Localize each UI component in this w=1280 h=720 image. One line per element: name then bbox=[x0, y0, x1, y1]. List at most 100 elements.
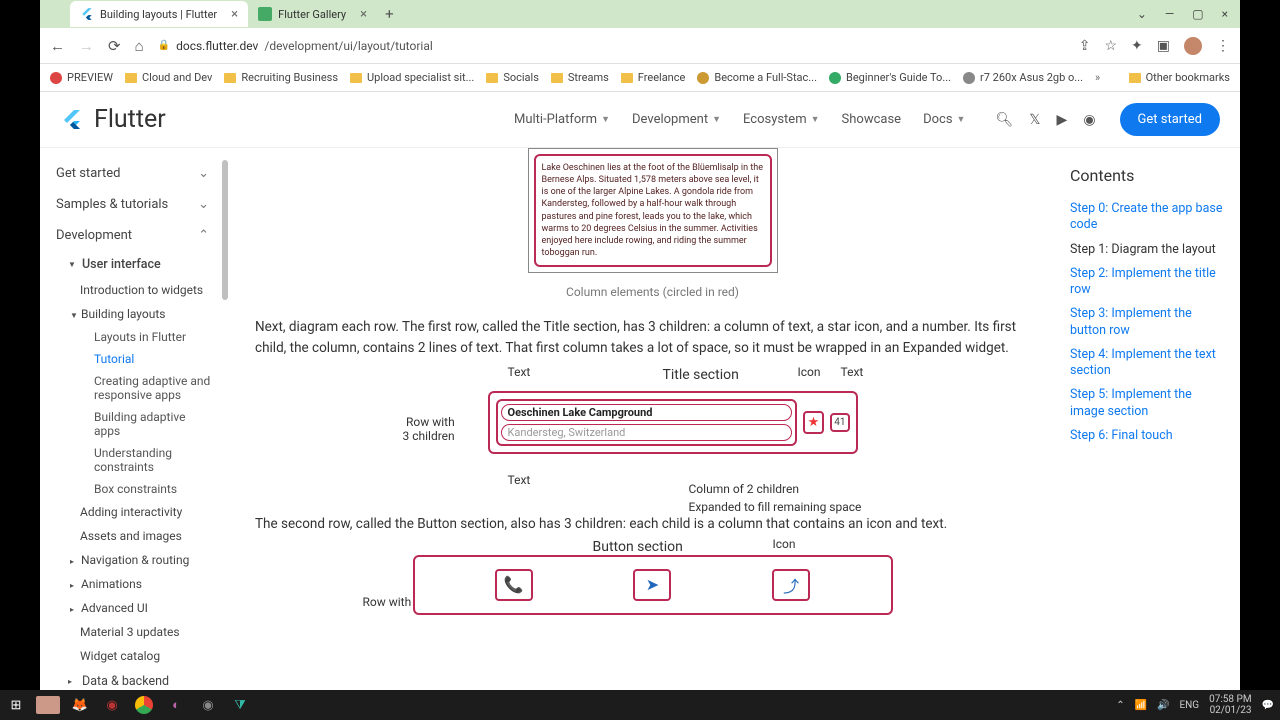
sidebar-item[interactable]: Assets and images bbox=[40, 524, 225, 548]
chrome-icon[interactable] bbox=[128, 690, 160, 720]
bookmark-item[interactable]: Recruiting Business bbox=[224, 71, 338, 84]
sidebar-item[interactable]: Widget catalog bbox=[40, 644, 225, 668]
wifi-icon[interactable]: 📶 bbox=[1135, 700, 1147, 711]
flutter-logo[interactable]: Flutter bbox=[60, 105, 166, 134]
back-icon[interactable]: ← bbox=[50, 37, 65, 55]
search-icon[interactable]: 🔍︎ bbox=[995, 112, 1013, 128]
sidebar-item[interactable]: Box constraints bbox=[40, 478, 225, 500]
sidebar-item-development[interactable]: Development⌃ bbox=[40, 220, 225, 251]
app-icon[interactable]: ◉ bbox=[96, 690, 128, 720]
volume-icon[interactable]: 🔊 bbox=[1157, 700, 1169, 711]
folder-icon bbox=[125, 73, 137, 83]
sidebar[interactable]: Get started⌄ Samples & tutorials⌄ Develo… bbox=[40, 148, 225, 690]
reload-icon[interactable]: ⟳ bbox=[108, 37, 121, 55]
nav-development[interactable]: Development▼ bbox=[632, 112, 721, 127]
forward-icon: → bbox=[79, 37, 94, 55]
get-started-button[interactable]: Get started bbox=[1120, 103, 1220, 136]
notifications-icon[interactable]: 💬 bbox=[1262, 700, 1274, 711]
start-icon[interactable]: ⊞ bbox=[0, 690, 32, 720]
browser-tab[interactable]: Building layouts | Flutter × bbox=[70, 1, 248, 27]
close-icon[interactable]: × bbox=[231, 7, 238, 22]
toc-item[interactable]: Step 2: Implement the title row bbox=[1070, 262, 1228, 303]
github-icon[interactable]: ◉ bbox=[1083, 112, 1095, 128]
sidebar-item[interactable]: Material 3 updates bbox=[40, 620, 225, 644]
sidebar-item[interactable]: Layouts in Flutter bbox=[40, 326, 225, 348]
sidebar-item[interactable]: ▸ Navigation & routing bbox=[40, 548, 225, 572]
side-panel-icon[interactable]: ▣ bbox=[1157, 38, 1170, 54]
toc-item[interactable]: Step 4: Implement the text section bbox=[1070, 343, 1228, 384]
diagram-title-section: Text Title section Icon Text Row with 3 … bbox=[373, 377, 933, 454]
nav-showcase[interactable]: Showcase bbox=[842, 112, 902, 127]
sidebar-item[interactable]: ▸ Animations bbox=[40, 572, 225, 596]
minimize-icon[interactable]: — bbox=[1165, 7, 1174, 21]
sidebar-item[interactable]: Creating adaptive and responsive apps bbox=[40, 370, 225, 406]
bookmark-item[interactable]: PREVIEW bbox=[50, 71, 113, 84]
bookmark-item[interactable]: r7 260x Asus 2gb o... bbox=[963, 71, 1083, 84]
sidebar-item-tutorial[interactable]: Tutorial bbox=[40, 348, 225, 370]
bookmark-item[interactable]: Streams bbox=[551, 71, 609, 84]
taskbar-left: ⊞ 🦊 ◉ ◐ ◉ ⧩ bbox=[0, 690, 256, 720]
menu-icon[interactable]: ⋮ bbox=[1216, 38, 1230, 54]
app-icon[interactable]: ◐ bbox=[160, 690, 192, 720]
bookmark-item[interactable]: Cloud and Dev bbox=[125, 71, 212, 84]
new-tab-button[interactable]: + bbox=[385, 5, 394, 23]
sidebar-item-get-started[interactable]: Get started⌄ bbox=[40, 158, 225, 189]
sidebar-item-building-layouts[interactable]: ▼ Building layouts bbox=[40, 302, 225, 326]
language-indicator[interactable]: ENG bbox=[1179, 700, 1199, 711]
chevron-down-icon: ▼ bbox=[601, 114, 610, 125]
tab-title: Building layouts | Flutter bbox=[100, 8, 217, 21]
nav-multi-platform[interactable]: Multi-Platform▼ bbox=[514, 112, 610, 127]
url-field[interactable]: 🔒 docs.flutter.dev/development/ui/layout… bbox=[158, 39, 1065, 53]
nav-ecosystem[interactable]: Ecosystem▼ bbox=[743, 112, 820, 127]
firefox-icon[interactable]: 🦊 bbox=[64, 690, 96, 720]
sidebar-item[interactable]: Building adaptive apps bbox=[40, 406, 225, 442]
youtube-icon[interactable]: ▶ bbox=[1057, 112, 1068, 128]
sidebar-item[interactable]: Introduction to widgets bbox=[40, 278, 225, 302]
toc-item[interactable]: Step 5: Implement the image section bbox=[1070, 383, 1228, 424]
toc-item[interactable]: Step 0: Create the app base code bbox=[1070, 197, 1228, 238]
vscode-icon[interactable]: ⧩ bbox=[224, 690, 256, 720]
folder-icon bbox=[1129, 73, 1141, 83]
toc-item[interactable]: Step 1: Diagram the layout bbox=[1070, 238, 1228, 262]
sidebar-item-data-backend[interactable]: ▸Data & backend bbox=[40, 668, 225, 690]
nav-docs[interactable]: Docs▼ bbox=[923, 112, 965, 127]
tray-chevron-icon[interactable]: ⌃ bbox=[1116, 700, 1124, 711]
bookmark-item[interactable]: Socials bbox=[486, 71, 539, 84]
sidebar-item-user-interface[interactable]: ▼User interface bbox=[40, 251, 225, 278]
url-host: docs.flutter.dev bbox=[176, 39, 258, 53]
obs-icon[interactable]: ◉ bbox=[192, 690, 224, 720]
sidebar-item[interactable]: Understanding constraints bbox=[40, 442, 225, 478]
puzzle-icon[interactable]: ✦ bbox=[1131, 38, 1143, 54]
bookmark-item[interactable]: Upload specialist sit... bbox=[350, 71, 474, 84]
bookmark-item[interactable]: Freelance bbox=[621, 71, 686, 84]
diagram-label: Row with bbox=[363, 595, 412, 609]
paragraph: The second row, called the Button sectio… bbox=[255, 514, 1050, 535]
explorer-icon[interactable] bbox=[36, 696, 60, 714]
bookmark-item[interactable]: Beginner's Guide To... bbox=[829, 71, 951, 84]
star-icon[interactable]: ☆ bbox=[1104, 38, 1117, 54]
bookmarks-overflow[interactable]: » bbox=[1095, 71, 1100, 84]
twitter-icon[interactable]: 𝕏 bbox=[1029, 112, 1040, 128]
clock[interactable]: 07:58 PM 02/01/23 bbox=[1209, 694, 1251, 717]
close-icon[interactable]: × bbox=[360, 7, 367, 22]
chevron-down-icon[interactable]: ⌄ bbox=[1137, 7, 1147, 21]
sidebar-item[interactable]: Adding interactivity bbox=[40, 500, 225, 524]
bookmark-item[interactable]: Become a Full-Stac... bbox=[697, 71, 817, 84]
browser-tab[interactable]: Flutter Gallery × bbox=[248, 1, 377, 27]
other-bookmarks[interactable]: Other bookmarks bbox=[1129, 71, 1230, 84]
sidebar-item[interactable]: ▸ Advanced UI bbox=[40, 596, 225, 620]
folder-icon bbox=[551, 73, 563, 83]
home-icon[interactable]: ⌂ bbox=[135, 37, 144, 55]
avatar[interactable] bbox=[1184, 37, 1202, 55]
bookmark-icon bbox=[50, 72, 62, 84]
main-content[interactable]: Lake Oeschinen lies at the foot of the B… bbox=[225, 148, 1070, 690]
sidebar-item-samples[interactable]: Samples & tutorials⌄ bbox=[40, 189, 225, 220]
bookmark-icon bbox=[829, 72, 841, 84]
toc-item[interactable]: Step 3: Implement the button row bbox=[1070, 302, 1228, 343]
taskbar: ⊞ 🦊 ◉ ◐ ◉ ⧩ ⌃ 📶 🔊 ENG 07:58 PM 02/01/23 … bbox=[0, 690, 1280, 720]
toc-item[interactable]: Step 6: Final touch bbox=[1070, 424, 1228, 448]
column-text: Lake Oeschinen lies at the foot of the B… bbox=[534, 154, 772, 267]
maximize-icon[interactable]: ▢ bbox=[1192, 7, 1203, 21]
share-icon[interactable]: ⇪ bbox=[1079, 38, 1091, 54]
close-icon[interactable]: × bbox=[1222, 7, 1228, 21]
